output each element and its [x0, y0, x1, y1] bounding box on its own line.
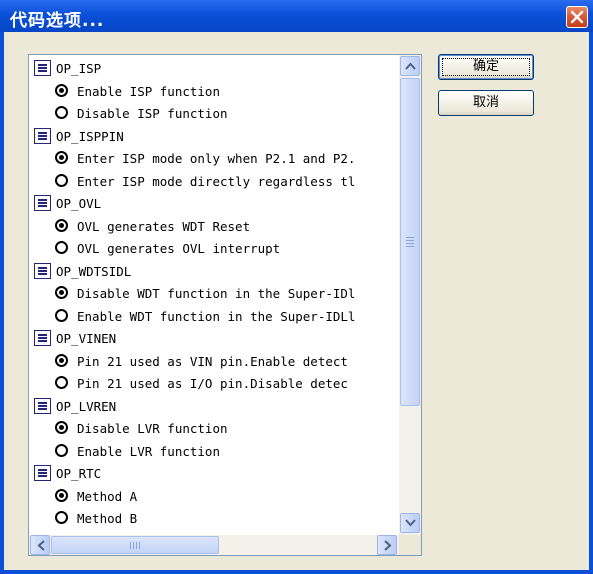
option-label: Disable LVR function: [77, 421, 228, 436]
option-label: Method B: [77, 511, 138, 526]
radio-selected-icon[interactable]: [55, 353, 68, 367]
option-group-header[interactable]: OP_ISPPIN: [33, 126, 398, 149]
option-group-label: OP_OVL: [56, 196, 102, 211]
chevron-left-icon: [37, 540, 45, 551]
option-radio-row[interactable]: Disable ISP function: [33, 103, 398, 126]
option-label: Enable ISP function: [77, 83, 220, 99]
radio-unselected-icon[interactable]: [55, 376, 68, 389]
close-button[interactable]: [566, 6, 588, 28]
option-radio-row[interactable]: Enable ISP function: [33, 81, 398, 104]
option-radio-row[interactable]: Pin 21 used as I/O pin.Disable detec: [33, 373, 398, 396]
code-options-dialog: 代码选项... OP_ISP Enable ISP function Disable…: [0, 0, 593, 574]
radio-selected-icon[interactable]: [55, 218, 68, 232]
option-label: Enable LVR function: [77, 443, 220, 459]
scroll-right-button[interactable]: [377, 535, 397, 555]
radio-unselected-icon[interactable]: [55, 173, 68, 187]
option-radio-row[interactable]: Enable WDT function in the Super-IDLl: [33, 306, 398, 329]
option-label: Disable WDT function in the Super-IDl: [77, 286, 356, 301]
option-group-header[interactable]: OP_RTC: [33, 463, 398, 486]
vertical-scrollbar[interactable]: [399, 55, 421, 535]
option-label: Method A: [77, 488, 138, 504]
option-radio-row[interactable]: Enter ISP mode only when P2.1 and P2.: [33, 148, 398, 171]
radio-selected-icon[interactable]: [55, 488, 68, 502]
option-group-label: OP_RTC: [56, 466, 102, 481]
horizontal-scrollbar[interactable]: [29, 535, 399, 555]
option-label: Enter ISP mode only when P2.1 and P2.: [77, 151, 356, 166]
scroll-down-button[interactable]: [400, 513, 420, 533]
option-radio-row[interactable]: Enable LVR function: [33, 441, 398, 464]
radio-unselected-icon[interactable]: [55, 241, 68, 254]
option-label: OVL generates OVL interrupt: [77, 241, 281, 256]
option-group-icon: [34, 60, 51, 76]
radio-unselected-icon[interactable]: [55, 106, 68, 119]
radio-selected-icon[interactable]: [55, 286, 68, 299]
radio-selected-icon[interactable]: [55, 83, 68, 97]
option-group-header[interactable]: OP_VINEN: [33, 328, 398, 351]
radio-unselected-icon[interactable]: [55, 308, 68, 322]
dialog-client-area: OP_ISP Enable ISP function Disable ISP fun…: [4, 32, 589, 570]
option-radio-row[interactable]: Enter ISP mode directly regardless tl: [33, 171, 398, 194]
option-radio-row[interactable]: OVL generates OVL interrupt: [33, 238, 398, 261]
close-icon: [570, 10, 584, 24]
radio-unselected-icon[interactable]: [55, 443, 68, 457]
option-group-header[interactable]: OP_ISP: [33, 58, 398, 81]
option-group-icon: [34, 195, 51, 211]
option-radio-row[interactable]: Disable WDT function in the Super-IDl: [33, 283, 398, 306]
code-options-list[interactable]: OP_ISP Enable ISP function Disable ISP fun…: [28, 54, 422, 556]
focus-rect: [442, 58, 530, 76]
option-radio-row[interactable]: Method A: [33, 486, 398, 509]
chevron-up-icon: [405, 62, 416, 70]
chevron-right-icon: [384, 540, 392, 551]
ok-button[interactable]: 确定: [438, 54, 534, 80]
option-label: Pin 21 used as I/O pin.Disable detec: [77, 376, 348, 391]
option-group-icon: [34, 465, 51, 481]
option-radio-row[interactable]: OVL generates WDT Reset: [33, 216, 398, 239]
vertical-scroll-thumb[interactable]: [400, 78, 420, 406]
scroll-up-button[interactable]: [400, 56, 420, 76]
option-group-label: OP_VINEN: [56, 331, 117, 346]
option-label: Enable WDT function in the Super-IDLl: [77, 308, 356, 324]
option-label: OVL generates WDT Reset: [77, 218, 251, 234]
chevron-down-icon: [405, 519, 416, 527]
option-group-header[interactable]: OP_WDTSIDL: [33, 261, 398, 284]
option-group-label: OP_WDTSIDL: [56, 263, 132, 279]
horizontal-scroll-thumb[interactable]: [51, 536, 219, 554]
option-radio-row[interactable]: Method B: [33, 508, 398, 531]
option-group-icon: [34, 262, 51, 279]
option-group-label: OP_ISPPIN: [56, 128, 124, 144]
option-radio-row[interactable]: Disable LVR function: [33, 418, 398, 441]
option-label: Pin 21 used as VIN pin.Enable detect: [77, 353, 348, 369]
option-radio-row[interactable]: Pin 21 used as VIN pin.Enable detect: [33, 351, 398, 374]
radio-selected-icon[interactable]: [55, 151, 68, 164]
radio-unselected-icon[interactable]: [55, 511, 68, 524]
option-group-header[interactable]: OP_LVREN: [33, 396, 398, 419]
option-group-icon: [34, 397, 51, 414]
title-bar[interactable]: 代码选项...: [0, 0, 593, 32]
option-group-icon: [34, 127, 51, 144]
cancel-button-label: 取消: [472, 95, 499, 110]
option-group-icon: [34, 330, 51, 346]
option-label: Enter ISP mode directly regardless tl: [77, 173, 356, 189]
scrollbar-corner: [399, 535, 421, 555]
option-label: Disable ISP function: [77, 106, 228, 121]
options-list-content: OP_ISP Enable ISP function Disable ISP fun…: [33, 58, 398, 534]
scroll-left-button[interactable]: [30, 535, 50, 555]
cancel-button[interactable]: 取消: [438, 90, 534, 116]
option-group-label: OP_LVREN: [56, 398, 117, 414]
option-group-label: OP_ISP: [56, 61, 102, 76]
radio-selected-icon[interactable]: [55, 421, 68, 434]
window-title: 代码选项...: [10, 11, 105, 31]
option-group-header[interactable]: OP_OVL: [33, 193, 398, 216]
